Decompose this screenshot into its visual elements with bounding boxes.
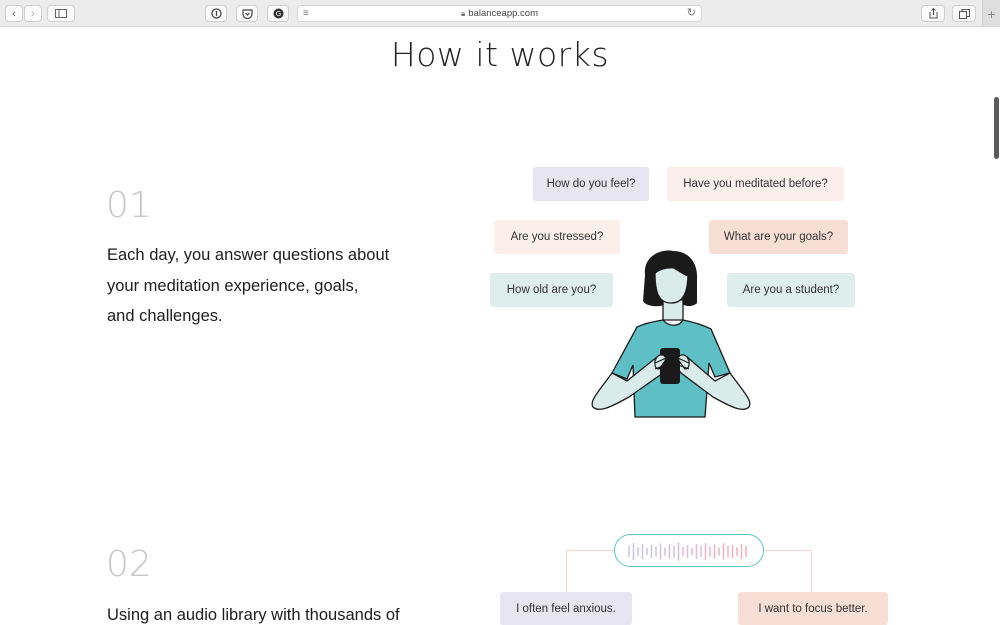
browser-toolbar: ‹ › G ≡ 🔒︎ balanceapp.com ↻ + [0, 0, 1000, 27]
step-number-01: 01 [106, 185, 152, 226]
step-text-line: your meditation experience, goals, [107, 276, 359, 295]
step-text-line: and challenges. [107, 307, 223, 325]
answer-bubble: I often feel anxious. [500, 592, 632, 625]
waveform-icon [628, 542, 747, 561]
sidebar-icon [55, 9, 67, 18]
new-tab-button[interactable]: + [982, 0, 1000, 27]
back-button[interactable]: ‹ [5, 5, 23, 22]
page-scrollbar[interactable] [994, 27, 1000, 625]
address-bar[interactable]: ≡ 🔒︎ balanceapp.com ↻ [297, 5, 702, 22]
question-bubble: Have you meditated before? [667, 167, 844, 201]
tabs-overview-button[interactable] [952, 5, 976, 22]
step-description-01: Each day, you answer questions about you… [107, 240, 427, 332]
connector-line-right [764, 550, 812, 592]
share-button[interactable] [921, 5, 945, 22]
step-number-02: 02 [106, 544, 152, 585]
password-icon [210, 8, 222, 19]
reload-icon[interactable]: ↻ [687, 6, 696, 19]
svg-text:G: G [275, 10, 280, 18]
lock-icon: 🔒︎ [461, 9, 466, 18]
page-title: How it works [390, 35, 610, 74]
url-text: balanceapp.com [468, 8, 538, 19]
answer-bubble: I want to focus better. [738, 592, 888, 625]
forward-button[interactable]: › [24, 5, 42, 22]
sidebar-button[interactable] [47, 5, 75, 22]
pocket-button[interactable] [236, 5, 258, 22]
audio-waveform-pill [614, 534, 764, 567]
password-extension-button[interactable] [205, 5, 227, 22]
person-with-phone-illustration [591, 250, 751, 418]
back-icon: ‹ [12, 7, 16, 20]
step-description-02: Using an audio library with thousands of [107, 600, 447, 625]
forward-icon: › [31, 7, 35, 20]
step-text-line: Using an audio library with thousands of [107, 606, 400, 624]
step-text-line: Each day, you answer questions about [107, 246, 390, 264]
new-tab-icon: + [987, 5, 996, 22]
pocket-icon [241, 8, 253, 19]
share-icon [929, 8, 937, 19]
connector-line-left [566, 550, 614, 592]
grammarly-icon: G [273, 8, 283, 19]
scroll-thumb[interactable] [994, 97, 999, 159]
grammarly-button[interactable]: G [267, 5, 289, 22]
tabs-icon [958, 8, 970, 19]
question-bubble: How do you feel? [533, 167, 649, 201]
